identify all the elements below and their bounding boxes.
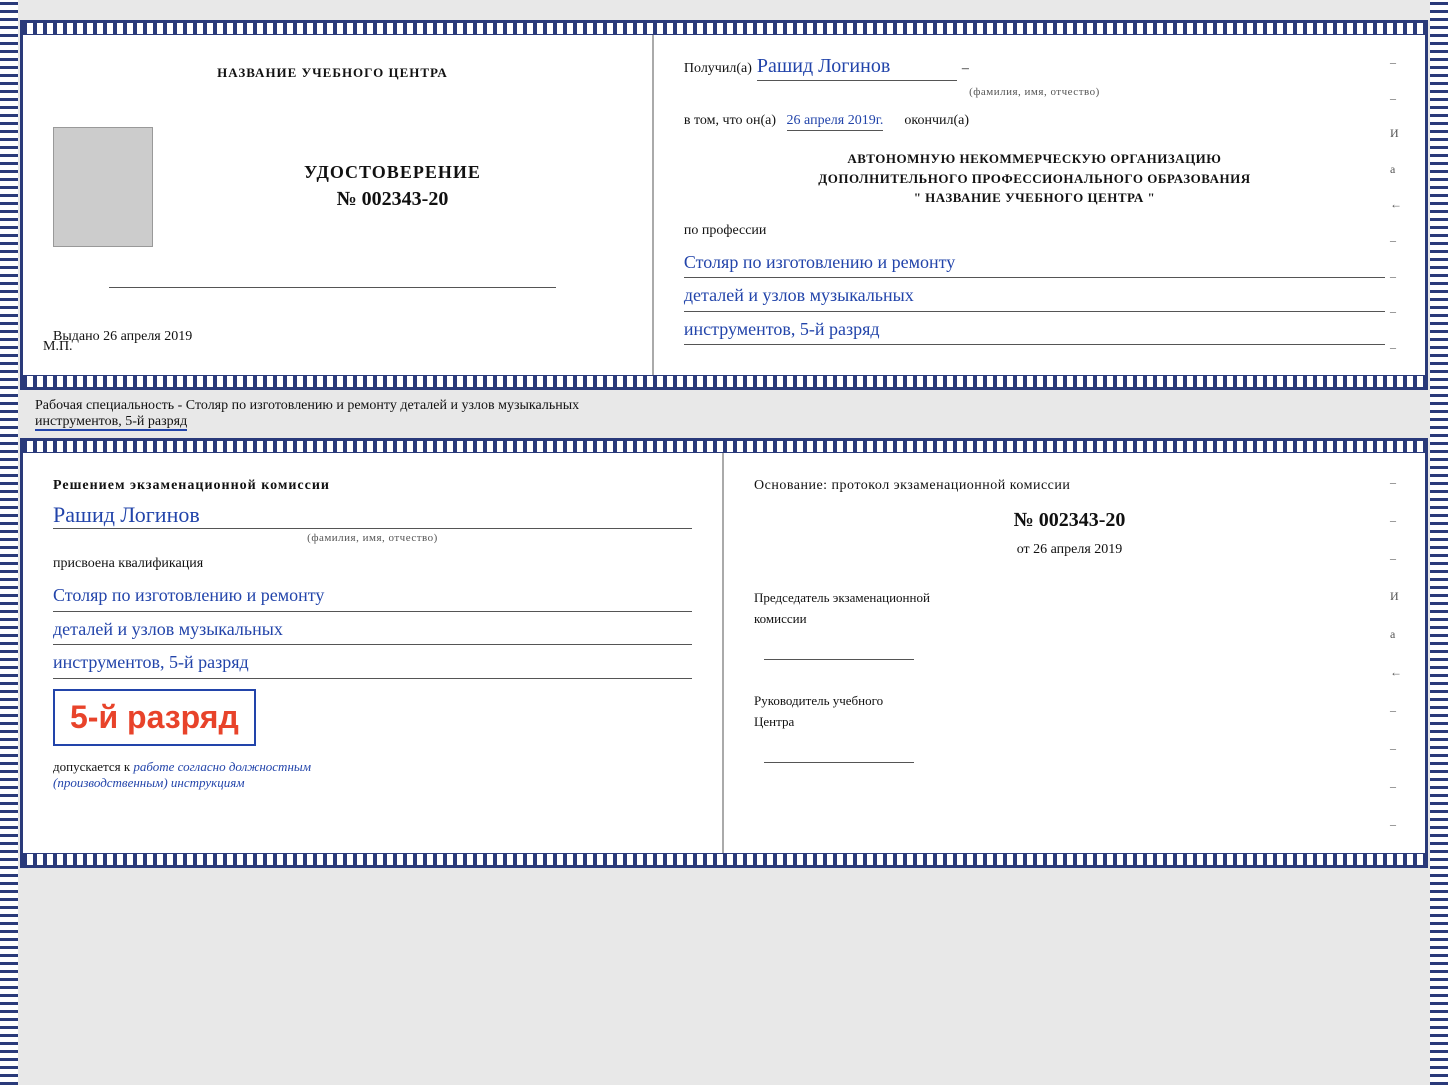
cert-right-top: Получил(а) Рашид Логинов – (фамилия, имя… [654,35,1425,375]
cert-date-line: в том, что он(а) 26 апреля 2019г. окончи… [684,113,1385,129]
prof-line2-top: деталей и узлов музыкальных [684,280,1385,312]
right-dashes: – – И а ← – – – – [1387,35,1405,375]
specialty-main: Рабочая специальность - Столяр по изгото… [35,398,579,413]
specialty-underlined: инструментов, 5-й разряд [35,414,187,431]
mp-stamp: М.П. [43,339,73,355]
profession-label-top: по профессии [684,223,1385,239]
protocol-number: № 002343-20 [754,509,1385,532]
date-handwritten: 26 апреля 2019г. [787,113,884,131]
top-cert-content: НАЗВАНИЕ УЧЕБНОГО ЦЕНТРА УДОСТОВЕРЕНИЕ №… [23,35,1425,375]
right-stripe-bottom [1430,0,1448,1085]
org-text: АВТОНОМНУЮ НЕКОММЕРЧЕСКУЮ ОРГАНИЗАЦИЮ ДО… [684,149,1385,208]
top-stripe [23,23,1425,35]
qualification-label: присвоена квалификация [53,556,692,572]
training-center-label: НАЗВАНИЕ УЧЕБНОГО ЦЕНТРА [217,65,448,81]
person-name-bottom: Рашид Логинов [53,502,692,529]
cert-number: № 002343-20 [173,188,612,211]
protocol-date-value: 26 апреля 2019 [1033,542,1122,557]
name-subtitle-top: (фамилия, имя, отчество) [684,86,1385,98]
recipient-name: Рашид Логинов [757,55,957,81]
date-prefix: в том, что он(а) [684,113,776,128]
commission-text: Решением экзаменационной комиссии [53,478,692,494]
qual-line1: Столяр по изготовлению и ремонту [53,580,692,612]
qual-section: Столяр по изготовлению и ремонту деталей… [53,580,692,679]
director-signature-line [754,743,1385,770]
basis-text: Основание: протокол экзаменационной коми… [754,478,1385,494]
protocol-date: от 26 апреля 2019 [754,542,1385,558]
director-label: Руководитель учебного Центра [754,691,1385,733]
cert-info: УДОСТОВЕРЕНИЕ № 002343-20 [173,162,612,211]
recipient-row: Получил(а) Рашид Логинов – [684,55,1385,81]
chairman-section: Председатель экзаменационной комиссии [754,588,1385,666]
cert-title: УДОСТОВЕРЕНИЕ [173,162,612,183]
right-dashes-bottom: – – – И а ← – – – – [1387,453,1405,853]
org-line2: ДОПОЛНИТЕЛЬНОГО ПРОФЕССИОНАЛЬНОГО ОБРАЗО… [684,169,1385,189]
prof-line1-top: Столяр по изготовлению и ремонту [684,247,1385,279]
rank-highlight-box: 5-й разряд [53,689,256,746]
person-subtitle-bottom: (фамилия, имя, отчество) [53,532,692,544]
top-stripe-bottom [23,441,1425,453]
photo-placeholder [53,127,153,247]
rank-text: 5-й разряд [70,699,239,736]
bottom-stripe-bottom [23,853,1425,865]
left-stripe-bottom [0,0,18,1085]
prof-line3-top: инструментов, 5-й разряд [684,314,1385,346]
bottom-certificate: Решением экзаменационной комиссии Рашид … [20,438,1428,868]
admit-handwritten1: работе согласно должностным [133,759,311,774]
cert-issued: Выдано 26 апреля 2019 [53,329,612,345]
cert-bottom-left: Решением экзаменационной комиссии Рашид … [23,453,724,853]
admit-section: допускается к работе согласно должностны… [53,759,692,791]
cert-middle: УДОСТОВЕРЕНИЕ № 002343-20 [53,127,612,247]
dash-after-name: – [962,61,969,77]
issued-date: 26 апреля 2019 [103,329,192,344]
cert-bottom-right: Основание: протокол экзаменационной коми… [724,453,1425,853]
admit-handwritten2: (производственным) инструкциям [53,775,245,790]
qual-line2: деталей и узлов музыкальных [53,614,692,646]
chairman-label: Председатель экзаменационной комиссии [754,588,1385,630]
bottom-cert-content: Решением экзаменационной комиссии Рашид … [23,453,1425,853]
cert-divider [109,287,556,288]
profession-section-top: Столяр по изготовлению и ремонту деталей… [684,247,1385,346]
page-wrapper: НАЗВАНИЕ УЧЕБНОГО ЦЕНТРА УДОСТОВЕРЕНИЕ №… [20,20,1428,868]
qual-line3: инструментов, 5-й разряд [53,647,692,679]
bottom-stripe-top [23,375,1425,387]
top-certificate: НАЗВАНИЕ УЧЕБНОГО ЦЕНТРА УДОСТОВЕРЕНИЕ №… [20,20,1428,390]
org-line1: АВТОНОМНУЮ НЕКОММЕРЧЕСКУЮ ОРГАНИЗАЦИЮ [684,149,1385,169]
date-suffix: окончил(а) [904,113,969,128]
director-section: Руководитель учебного Центра [754,691,1385,769]
received-label: Получил(а) [684,61,752,77]
admit-label: допускается к [53,759,130,774]
org-line3: " НАЗВАНИЕ УЧЕБНОГО ЦЕНТРА " [684,188,1385,208]
specialty-section: Рабочая специальность - Столяр по изгото… [20,390,1428,438]
protocol-date-prefix: от [1017,542,1030,557]
chairman-signature-line [754,640,1385,667]
